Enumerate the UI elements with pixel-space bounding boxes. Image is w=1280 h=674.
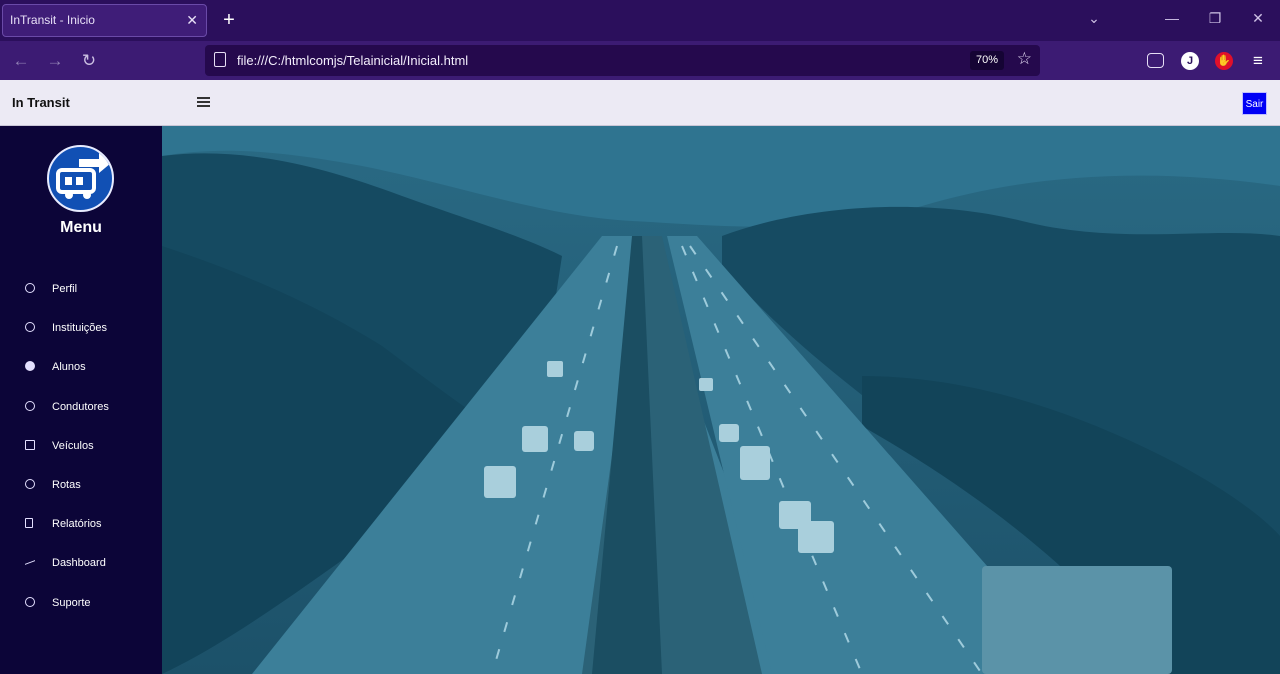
tab-list-chevron-icon[interactable]: ⌄	[1082, 10, 1106, 27]
sidebar-item-label: Perfil	[52, 283, 78, 295]
pocket-icon[interactable]	[1147, 53, 1164, 68]
sidebar-item-label: Veículos	[52, 440, 94, 452]
sidebar-item-label: Condutores	[52, 401, 109, 413]
sidebar-item-label: Alunos	[52, 361, 86, 373]
smile-icon	[25, 361, 35, 371]
extension-icon[interactable]: ✋	[1215, 52, 1233, 70]
zoom-level[interactable]: 70%	[969, 51, 1004, 70]
new-tab-icon[interactable]: +	[220, 9, 238, 31]
profile-avatar[interactable]: J	[1181, 52, 1199, 70]
sidebar-item-condutores[interactable]: Condutores	[0, 394, 162, 420]
compass-icon	[25, 479, 35, 489]
sidebar-item-perfil[interactable]: Perfil	[0, 276, 162, 302]
close-window-icon[interactable]: ✕	[1246, 10, 1270, 27]
sidebar-item-instituicoes[interactable]: Instituições	[0, 315, 162, 341]
bookmark-star-icon[interactable]: ☆	[1017, 49, 1032, 69]
sidebar-item-suporte[interactable]: Suporte	[0, 590, 162, 616]
sidebar-item-dashboard[interactable]: Dashboard	[0, 550, 162, 576]
sidebar-item-label: Rotas	[52, 479, 81, 491]
highway-illustration	[162, 126, 1280, 674]
sidebar-item-label: Suporte	[52, 597, 91, 609]
user-circle-icon	[25, 283, 35, 293]
url-text[interactable]: file:///C:/htmlcomjs/Telainicial/Inicial…	[237, 45, 468, 76]
sidebar-item-label: Dashboard	[52, 557, 106, 569]
file-icon	[214, 52, 226, 67]
hamburger-menu-icon[interactable]	[197, 97, 210, 107]
browser-tab[interactable]: InTransit - Inicio ✕	[2, 4, 207, 37]
help-icon	[25, 597, 35, 607]
browser-nav-bar: ← → ↻ file:///C:/htmlcomjs/Telainicial/I…	[0, 41, 1280, 80]
tab-title: InTransit - Inicio	[10, 13, 95, 27]
restore-icon[interactable]: ❐	[1203, 10, 1227, 27]
forward-icon[interactable]: →	[44, 50, 66, 72]
menu-title: Menu	[60, 219, 102, 236]
hero-image	[162, 126, 1280, 674]
app-header: In Transit Sair	[0, 80, 1280, 126]
sidebar-item-alunos[interactable]: Alunos	[0, 354, 162, 380]
sidebar-item-label: Instituições	[52, 322, 108, 334]
document-icon	[25, 518, 33, 528]
app-logo	[47, 145, 114, 212]
sidebar: Menu Perfil Instituições Alunos Condutor…	[0, 126, 162, 674]
sidebar-item-rotas[interactable]: Rotas	[0, 472, 162, 498]
sidebar-item-veiculos[interactable]: Veículos	[0, 433, 162, 459]
address-bar[interactable]: file:///C:/htmlcomjs/Telainicial/Inicial…	[205, 45, 1040, 76]
reload-icon[interactable]: ↻	[78, 50, 100, 72]
minimize-icon[interactable]: —	[1160, 10, 1184, 26]
speedometer-icon	[25, 401, 35, 411]
back-icon[interactable]: ←	[10, 50, 32, 72]
grid-icon	[25, 440, 35, 450]
trend-icon	[25, 555, 35, 565]
sidebar-item-label: Relatórios	[52, 518, 102, 530]
close-tab-icon[interactable]: ✕	[186, 5, 198, 36]
app-menu-icon[interactable]: ≡	[1247, 50, 1269, 72]
globe-icon	[25, 322, 35, 332]
sidebar-item-relatorios[interactable]: Relatórios	[0, 511, 162, 537]
logout-button[interactable]: Sair	[1242, 92, 1267, 115]
brand-title: In Transit	[12, 95, 70, 110]
browser-tab-bar: InTransit - Inicio ✕ + ⌄ — ❐ ✕	[0, 0, 1280, 41]
